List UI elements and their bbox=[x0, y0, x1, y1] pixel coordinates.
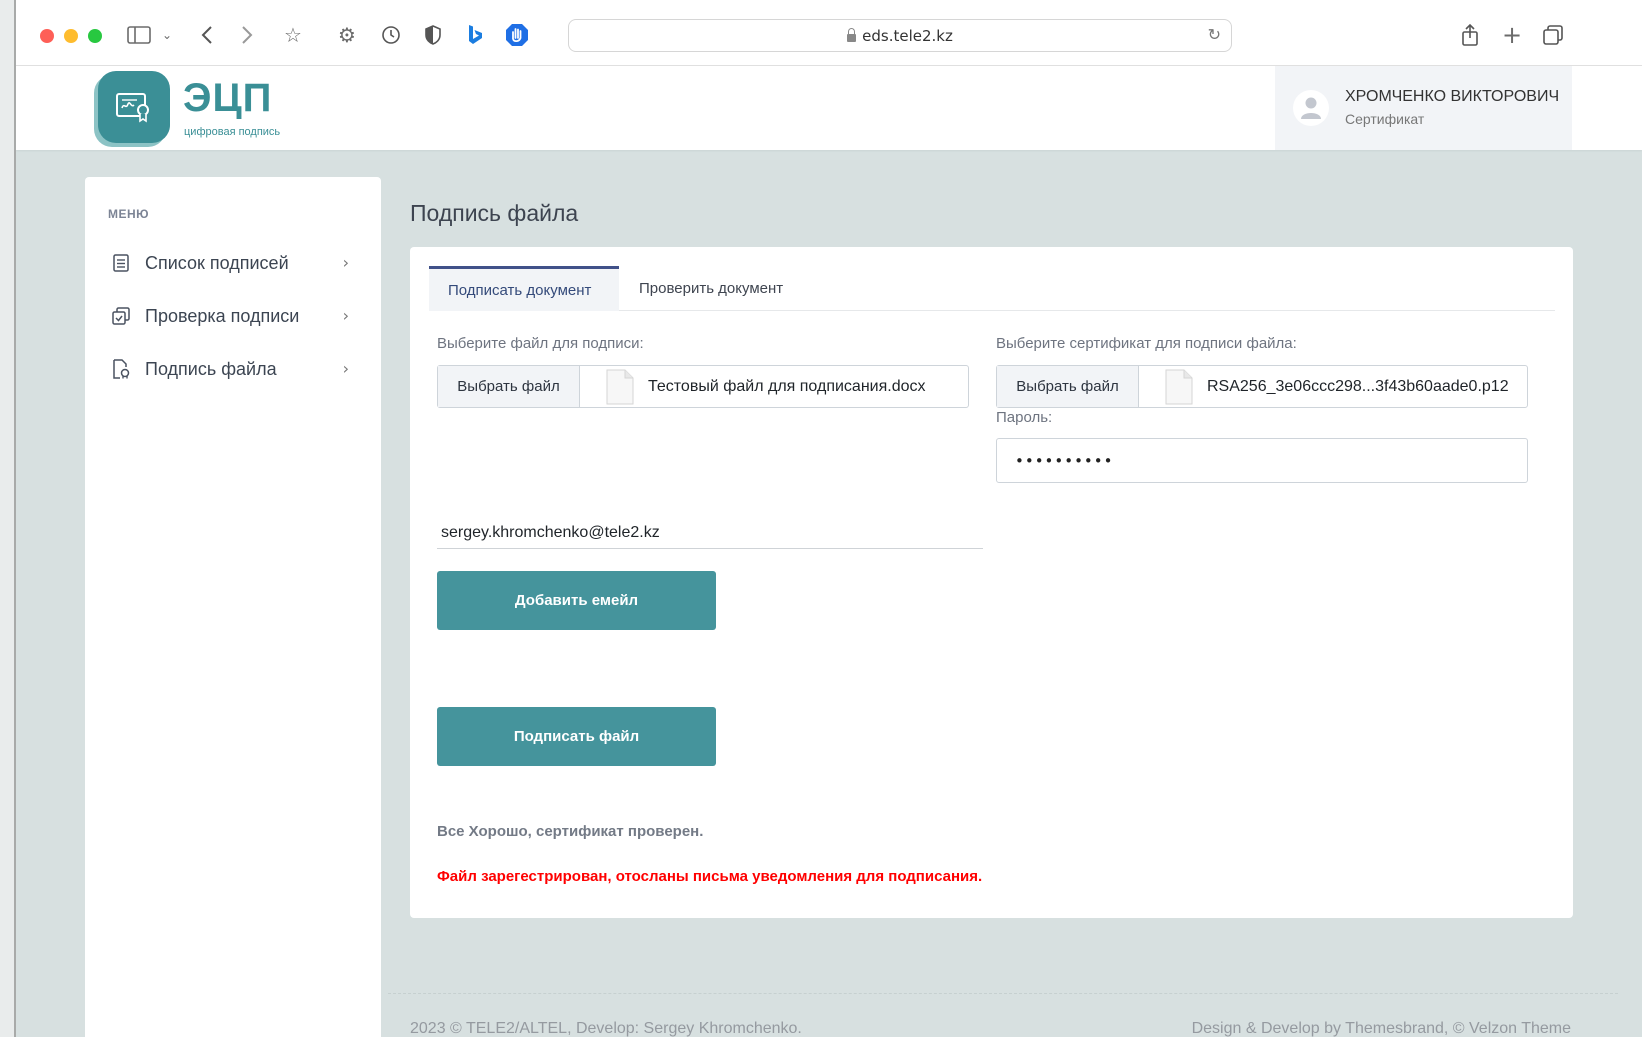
user-role: Сертификат bbox=[1345, 111, 1425, 127]
footer-divider bbox=[388, 993, 1618, 994]
sidebar-item-label: Проверка подписи bbox=[145, 305, 300, 326]
browser-window: ⌄ ☆ ⚙ eds.tele2.kz ↻ + ЭЦП цифровая подп… bbox=[14, 0, 1642, 1037]
tab-verify-document[interactable]: Проверить документ bbox=[620, 266, 802, 311]
browser-toolbar: ⌄ ☆ ⚙ eds.tele2.kz ↻ + bbox=[16, 0, 1642, 66]
selected-certificate-name: RSA256_3e06ccc298...3f43b60aade0.p12 bbox=[1207, 377, 1509, 395]
document-icon bbox=[1165, 369, 1193, 405]
avatar bbox=[1293, 90, 1329, 126]
logo-title: ЭЦП bbox=[183, 76, 273, 120]
shield-icon[interactable] bbox=[420, 22, 446, 48]
lock-icon bbox=[847, 27, 857, 42]
sidebar-item-signature-check[interactable]: Проверка подписи › bbox=[111, 301, 361, 331]
email-field[interactable]: sergey.khromchenko@tele2.kz bbox=[437, 517, 983, 549]
file-input[interactable]: Выбрать файл Тестовый файл для подписани… bbox=[437, 365, 969, 408]
chevron-down-icon[interactable]: ⌄ bbox=[154, 22, 180, 48]
zoom-window-button[interactable] bbox=[88, 29, 102, 43]
close-window-button[interactable] bbox=[40, 29, 54, 43]
page-title: Подпись файла bbox=[410, 200, 579, 226]
file-label: Выберите файл для подписи: bbox=[437, 335, 644, 352]
certificate-label: Выберите сертификат для подписи файла: bbox=[996, 335, 1297, 352]
url-text: eds.tele2.kz bbox=[862, 26, 953, 45]
new-tab-icon[interactable]: + bbox=[1499, 21, 1525, 49]
reload-icon[interactable]: ↻ bbox=[1208, 25, 1221, 44]
copy-check-icon bbox=[111, 306, 131, 326]
bing-icon[interactable] bbox=[462, 22, 488, 48]
sidebar-item-file-signing[interactable]: Подпись файла › bbox=[111, 354, 361, 384]
status-message: Файл зарегестрирован, отосланы письма ув… bbox=[437, 868, 983, 885]
address-bar[interactable]: eds.tele2.kz ↻ bbox=[568, 19, 1232, 52]
user-name: ХРОМЧЕНКО ВИКТОРОВИЧ bbox=[1345, 88, 1560, 105]
star-icon[interactable]: ☆ bbox=[280, 22, 306, 48]
adblock-hand-icon[interactable] bbox=[504, 22, 530, 48]
logo-icon[interactable] bbox=[98, 71, 170, 143]
sign-file-button[interactable]: Подписать файл bbox=[437, 707, 716, 766]
password-field[interactable]: •••••••••• bbox=[996, 438, 1528, 483]
user-profile[interactable]: ХРОМЧЕНКО ВИКТОРОВИЧ Сертификат bbox=[1275, 66, 1572, 150]
logo-subtitle: цифровая подпись bbox=[184, 126, 281, 138]
sidebar: МЕНЮ Список подписей › Проверка подписи … bbox=[85, 177, 381, 1037]
sign-file-card: Подписать документ Проверить документ Вы… bbox=[410, 247, 1573, 918]
sidebar-item-signatures-list[interactable]: Список подписей › bbox=[111, 248, 361, 278]
tabs: Подписать документ Проверить документ bbox=[429, 266, 1555, 311]
share-icon[interactable] bbox=[1457, 22, 1483, 48]
add-email-button[interactable]: Добавить емейл bbox=[437, 571, 716, 630]
minimize-window-button[interactable] bbox=[64, 29, 78, 43]
forward-icon[interactable] bbox=[234, 22, 260, 48]
selected-file-name: Тестовый файл для подписания.docx bbox=[648, 377, 926, 395]
gear-icon[interactable]: ⚙ bbox=[334, 22, 360, 48]
history-icon[interactable] bbox=[378, 22, 404, 48]
choose-file-button[interactable]: Выбрать файл bbox=[438, 366, 580, 407]
success-message: Все Хорошо, сертификат проверен. bbox=[437, 823, 704, 840]
chevron-right-icon: › bbox=[342, 359, 349, 378]
document-icon bbox=[606, 369, 634, 405]
choose-certificate-button[interactable]: Выбрать файл bbox=[997, 366, 1139, 407]
list-icon bbox=[111, 253, 131, 273]
tab-sign-document[interactable]: Подписать документ bbox=[429, 266, 619, 311]
sidebar-item-label: Подпись файла bbox=[145, 358, 277, 379]
menu-title: МЕНЮ bbox=[108, 207, 150, 221]
back-icon[interactable] bbox=[194, 22, 220, 48]
certificate-input[interactable]: Выбрать файл RSA256_3e06ccc298...3f43b60… bbox=[996, 365, 1528, 408]
file-signature-icon bbox=[111, 359, 131, 379]
chevron-right-icon: › bbox=[342, 306, 349, 325]
chevron-right-icon: › bbox=[342, 253, 349, 272]
sidebar-toggle-icon[interactable] bbox=[126, 22, 152, 48]
footer-copyright: 2023 © TELE2/ALTEL, Develop: Sergey Khro… bbox=[410, 1020, 802, 1037]
app-header: ЭЦП цифровая подпись ХРОМЧЕНКО ВИКТОРОВИ… bbox=[16, 66, 1642, 150]
sidebar-item-label: Список подписей bbox=[145, 252, 289, 273]
tab-overview-icon[interactable] bbox=[1540, 22, 1566, 48]
footer-credits: Design & Develop by Themesbrand, © Velzo… bbox=[1191, 1020, 1571, 1037]
password-label: Пароль: bbox=[996, 409, 1053, 426]
